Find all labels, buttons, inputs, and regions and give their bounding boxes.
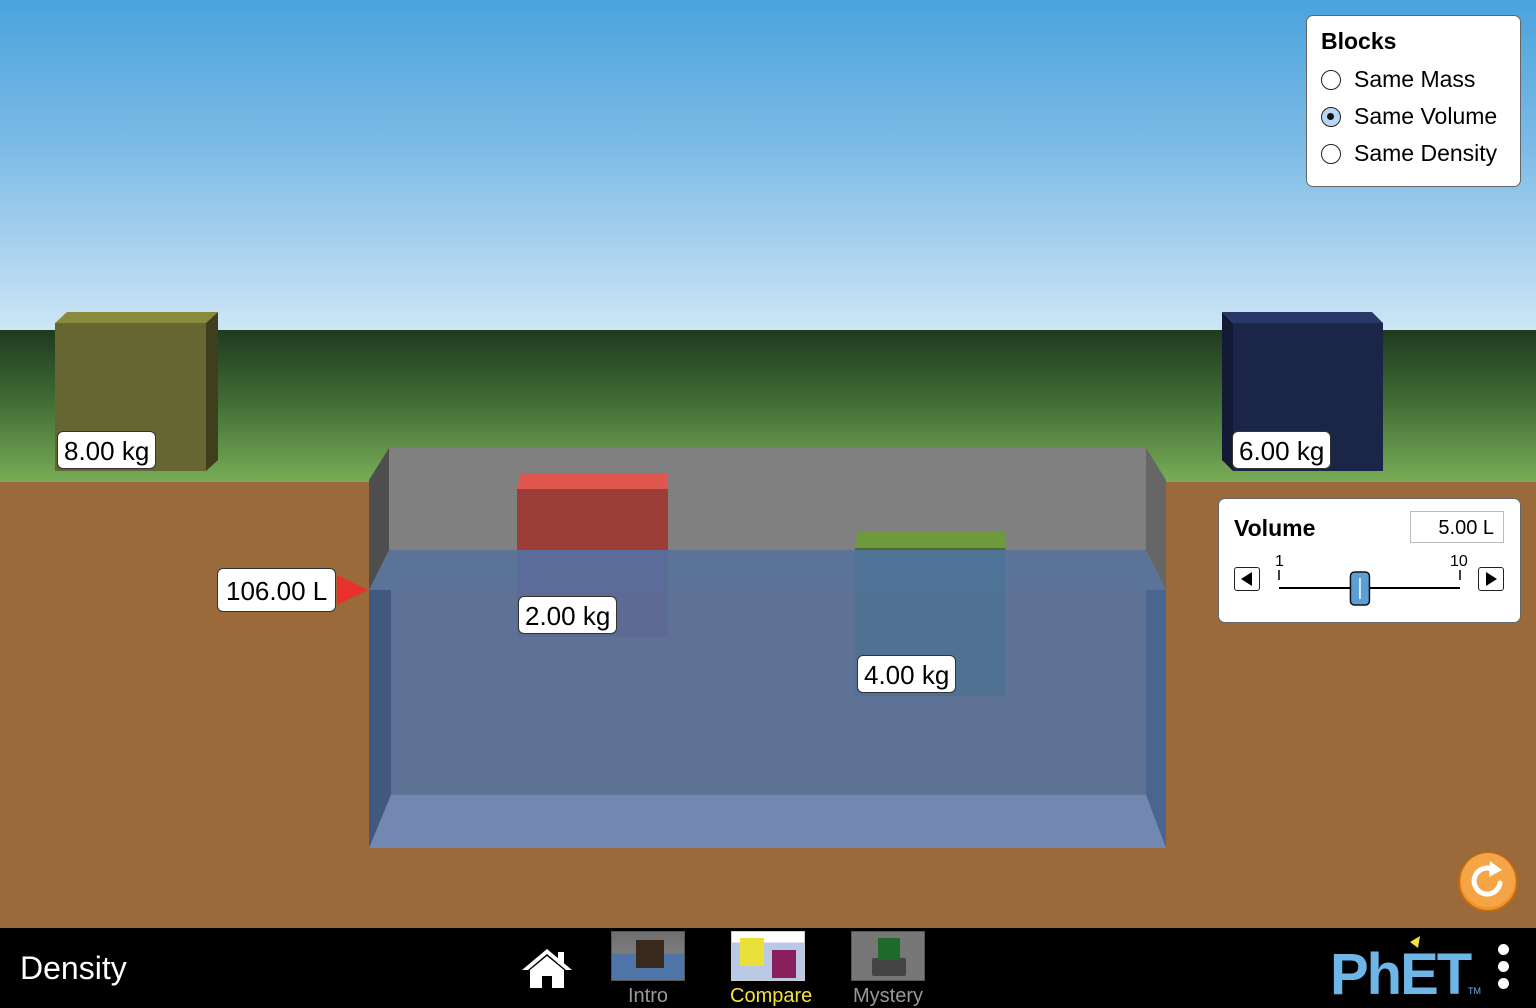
tab-intro[interactable]: Intro [610,931,686,1008]
phet-logo[interactable]: PhET TM [1328,934,1484,1000]
same-mass-radio[interactable] [1321,69,1341,90]
compare-thumb-magenta-block [772,950,796,978]
volume-readout: 5.00 L [1410,511,1504,543]
red-block-mass-label: 2.00 kg [518,596,618,634]
tab-compare[interactable]: Compare [730,931,813,1008]
same-density-radio[interactable] [1321,143,1341,164]
blocks-panel: Blocks Same Mass Same Volume Same Densit… [1306,15,1521,187]
yellow-block-mass-label: 8.00 kg [57,431,157,469]
menu-dot [1497,944,1509,955]
tab-intro-label: Intro [627,985,669,1007]
app-title: Density [20,950,127,986]
tab-mystery-thumbnail [851,931,925,981]
same-volume-option[interactable]: Same Volume [1321,98,1506,135]
same-mass-label: Same Mass [1354,66,1476,92]
water-level-indicator [337,575,368,605]
svg-text:PhET: PhET [1330,942,1472,1000]
pool-floor [369,795,1166,848]
menu-dot [1497,978,1509,989]
arrow-right-icon [1486,572,1497,586]
mystery-thumb-block [878,938,900,960]
same-density-label: Same Density [1354,140,1498,166]
menu-dot [1497,961,1509,972]
reset-all-button[interactable] [1456,850,1520,914]
volume-title: Volume [1234,515,1316,541]
volume-slider[interactable] [1270,568,1470,610]
tab-compare-label: Compare [730,985,813,1007]
mystery-thumb-scale [872,958,906,976]
compare-thumb-yellow-block [740,938,764,966]
blue-block-mass-label: 6.00 kg [1232,431,1332,469]
svg-text:TM: TM [1468,986,1481,996]
tab-intro-thumbnail [611,931,685,981]
intro-thumb-block [636,940,664,968]
home-icon [522,949,572,988]
same-density-option[interactable]: Same Density [1321,135,1506,172]
tab-mystery[interactable]: Mystery [850,931,926,1008]
volume-decrement-button[interactable] [1234,567,1260,591]
same-volume-label: Same Volume [1354,103,1498,129]
tab-compare-thumbnail [731,931,805,981]
green-block-mass-label: 4.00 kg [857,655,957,693]
pool-back-wall [389,448,1146,550]
tab-mystery-label: Mystery [853,985,923,1007]
volume-increment-button[interactable] [1478,567,1504,591]
blocks-panel-title: Blocks [1321,28,1397,54]
volume-slider-thumb[interactable] [1349,571,1371,606]
water-surface [369,550,1166,590]
simulation-scene: 8.00 kg 6.00 kg 2.00 kg 4.00 kg 106.00 L… [0,0,1536,928]
pool-volume-label: 106.00 L [217,568,337,612]
home-button[interactable] [520,946,574,990]
same-volume-radio[interactable] [1321,106,1341,127]
same-mass-option[interactable]: Same Mass [1321,61,1506,98]
menu-dots-icon[interactable] [1494,944,1512,1000]
arrow-left-icon [1241,572,1252,586]
